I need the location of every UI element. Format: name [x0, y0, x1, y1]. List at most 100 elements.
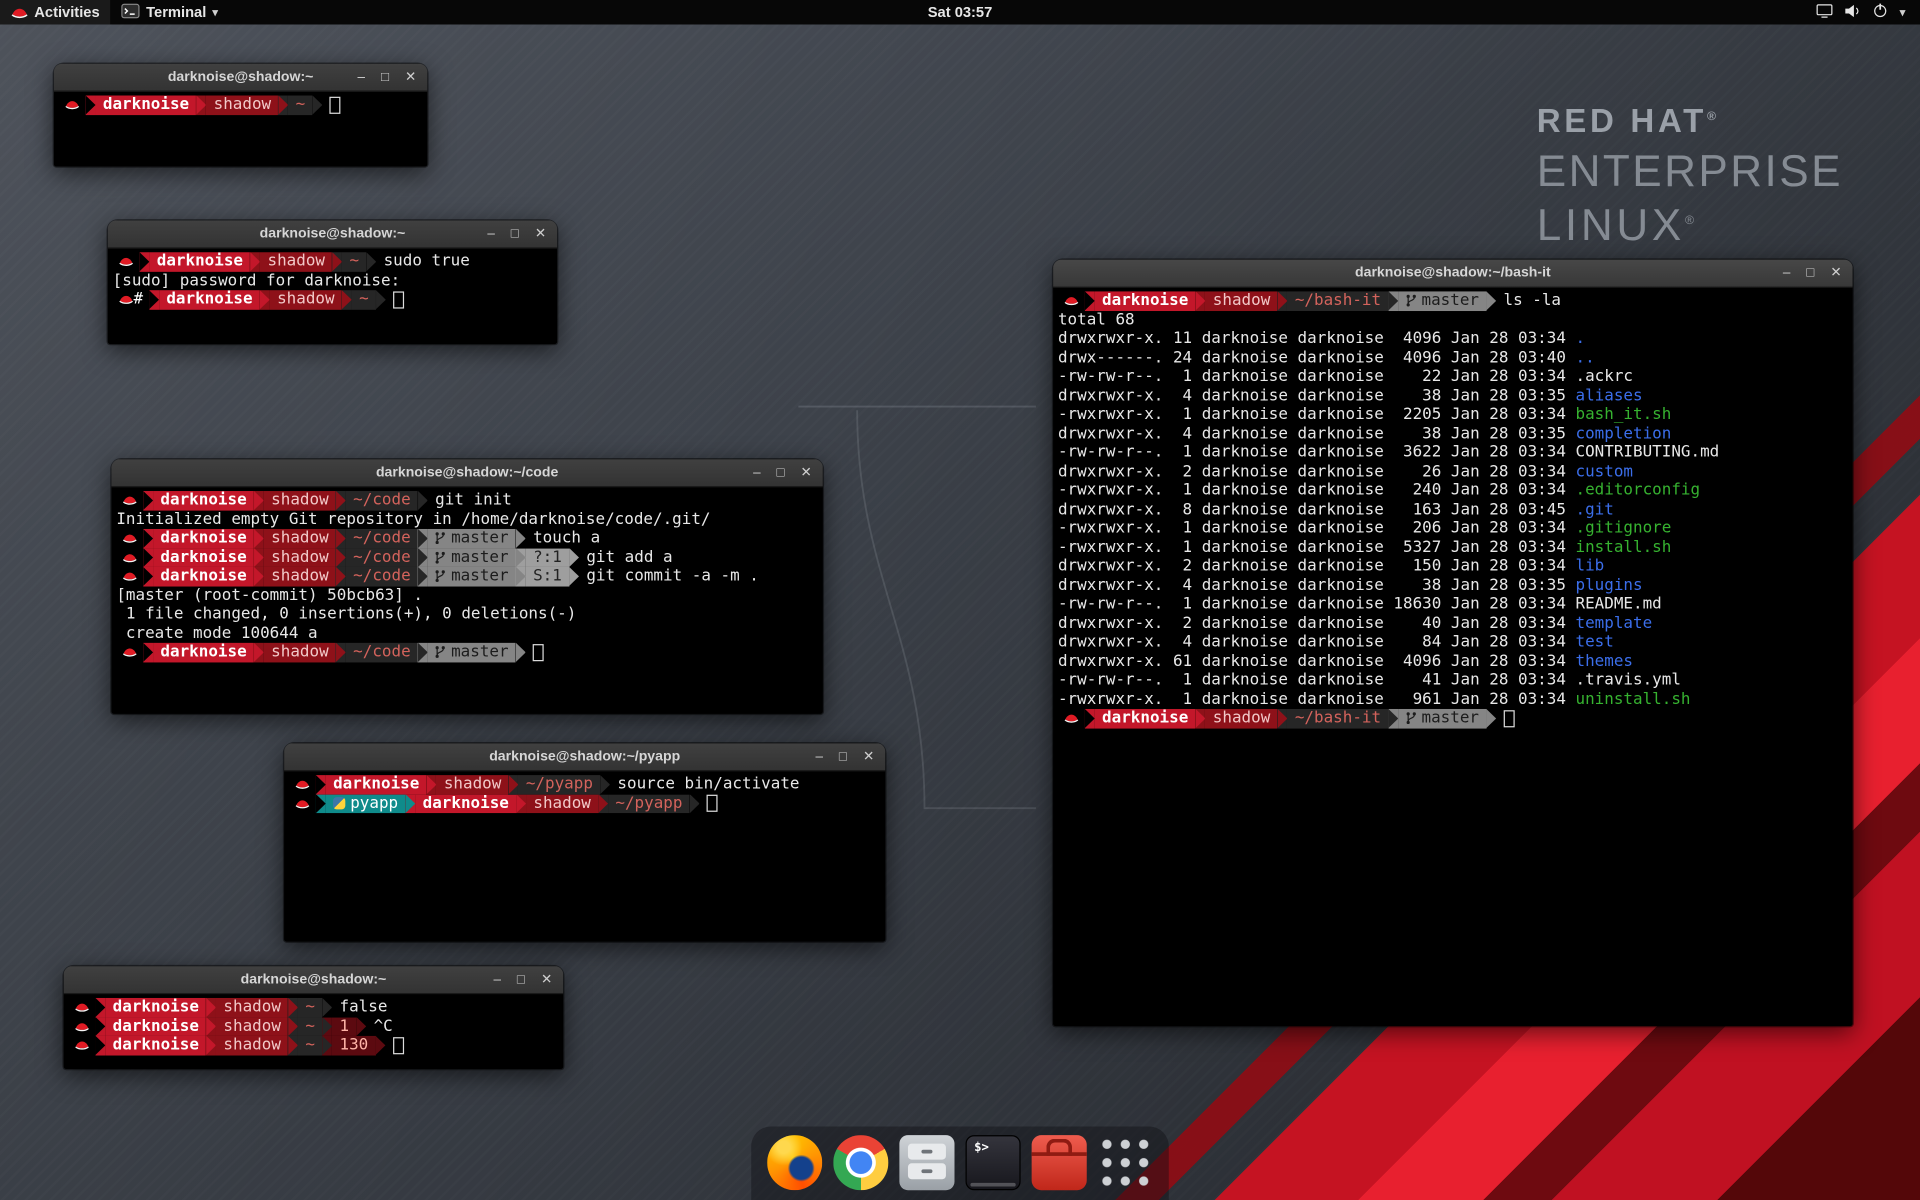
maximize-button[interactable]: □: [381, 70, 389, 83]
output-text: uninstall.sh: [1575, 690, 1690, 709]
prompt-segment-git: master: [428, 567, 516, 586]
terminal-cursor: [330, 96, 341, 113]
minimize-button[interactable]: –: [753, 466, 761, 479]
close-button[interactable]: ✕: [535, 227, 546, 240]
terminal-viewport[interactable]: darknoiseshadow~/pyappsource bin/activat…: [284, 771, 885, 949]
segment-text: darknoise: [160, 548, 246, 567]
terminal-viewport[interactable]: darknoiseshadow~: [54, 92, 427, 174]
powerline-arrow-icon: [1388, 291, 1398, 310]
powerline-arrow-icon: [1388, 709, 1398, 728]
window-title: darknoise@shadow:~/pyapp: [489, 749, 680, 764]
dock-terminal[interactable]: $>: [966, 1135, 1021, 1190]
close-button[interactable]: ✕: [801, 466, 812, 479]
command-text: false: [332, 998, 387, 1017]
command-text: ls -la: [1496, 291, 1561, 310]
maximize-button[interactable]: □: [1806, 266, 1814, 279]
powerline-arrow-icon: [1486, 291, 1496, 310]
prompt-segment-user: darknoise: [153, 548, 254, 567]
powerline-arrow-icon: [600, 775, 610, 794]
dock-firefox[interactable]: [767, 1135, 822, 1190]
powerline-arrow-icon: [288, 1036, 298, 1055]
powerline-arrow-icon: [143, 548, 153, 567]
segment-text: ~/code: [353, 548, 411, 567]
desktop: RED HAT® ENTERPRISE LINUX® darknoise@sha…: [0, 0, 1920, 1200]
prompt-segment-exit: 130: [332, 1036, 375, 1055]
dock-toolbox[interactable]: [1032, 1135, 1087, 1190]
segment-text: darknoise: [1102, 709, 1188, 728]
segment-text: darknoise: [160, 491, 246, 510]
app-menu[interactable]: Terminal ▾: [111, 0, 229, 24]
segment-text: darknoise: [160, 529, 246, 548]
powerline-arrow-icon: [322, 1036, 332, 1055]
segment-text: shadow: [271, 548, 329, 567]
window-controls: – □ ✕: [1783, 260, 1842, 287]
close-button[interactable]: ✕: [1830, 266, 1841, 279]
firefox-icon: [767, 1135, 822, 1190]
terminal-line: darknoiseshadow~/bash-itmasterls -la: [1058, 291, 1848, 310]
output-text: themes: [1575, 652, 1633, 671]
close-button[interactable]: ✕: [405, 70, 416, 83]
prompt-segment-user: darknoise: [1095, 709, 1196, 728]
window-titlebar[interactable]: darknoise@shadow:~–□✕: [64, 966, 564, 994]
terminal-viewport[interactable]: darknoiseshadow~/bash-itmasterls -latota…: [1053, 288, 1853, 1034]
activities-button[interactable]: Activities: [0, 0, 111, 24]
output-text: .editorconfig: [1575, 481, 1700, 500]
terminal-line: drwxrwxr-x. 11 darknoise darknoise 4096 …: [1058, 329, 1848, 348]
git-branch-icon: [435, 570, 446, 583]
redhat-icon: [122, 533, 137, 544]
redhat-icon: [295, 798, 310, 809]
window-titlebar[interactable]: darknoise@shadow:~–□✕: [108, 220, 557, 248]
window-titlebar[interactable]: darknoise@shadow:~–□✕: [54, 64, 427, 92]
segment-text: ~/pyapp: [615, 794, 682, 813]
close-button[interactable]: ✕: [541, 973, 552, 986]
prompt-segment-user: darknoise: [96, 96, 197, 115]
close-button[interactable]: ✕: [863, 750, 874, 763]
segment-text: darknoise: [160, 643, 246, 662]
terminal-line: darknoiseshadow~/codemasterS:1git commit…: [116, 567, 818, 586]
output-text: drwxrwxr-x. 4 darknoise darknoise 38 Jan…: [1058, 386, 1576, 405]
segment-text: master: [1421, 291, 1479, 310]
powerline-arrow-icon: [336, 529, 346, 548]
minimize-button[interactable]: –: [816, 750, 824, 763]
powerline-arrow-icon: [206, 1017, 216, 1036]
dock-files[interactable]: [899, 1135, 954, 1190]
prompt-segment-os: [116, 548, 143, 567]
powerline-arrow-icon: [254, 567, 264, 586]
prompt-segment-path: ~/bash-it: [1287, 709, 1388, 728]
segment-text: shadow: [271, 567, 329, 586]
system-status-area[interactable]: ▾: [1807, 0, 1915, 24]
powerline-arrow-icon: [149, 290, 159, 309]
maximize-button[interactable]: □: [511, 227, 519, 240]
terminal-viewport[interactable]: darknoiseshadow~falsedarknoiseshadow~1^C…: [64, 994, 564, 1076]
prompt-segment-gitstat: S:1: [526, 567, 569, 586]
prompt-segment-user: darknoise: [105, 1036, 206, 1055]
output-text: drwxrwxr-x. 4 darknoise darknoise 84 Jan…: [1058, 633, 1576, 652]
minimize-button[interactable]: –: [487, 227, 495, 240]
window-titlebar[interactable]: darknoise@shadow:~/pyapp – □ ✕: [284, 743, 885, 771]
window-titlebar[interactable]: darknoise@shadow:~/bash-it–□✕: [1053, 260, 1853, 288]
segment-text: shadow: [533, 794, 591, 813]
maximize-button[interactable]: □: [776, 466, 784, 479]
prompt-segment-os: [1058, 291, 1085, 310]
minimize-button[interactable]: –: [493, 973, 501, 986]
powerline-arrow-icon: [418, 491, 428, 510]
minimize-button[interactable]: –: [358, 70, 366, 83]
terminal-line: drwxrwxr-x. 2 darknoise darknoise 40 Jan…: [1058, 614, 1848, 633]
terminal-line: drwxrwxr-x. 4 darknoise darknoise 38 Jan…: [1058, 424, 1848, 443]
redhat-icon: [122, 552, 137, 563]
powerline-arrow-icon: [1196, 291, 1206, 310]
powerline-arrow-icon: [516, 548, 526, 567]
terminal-viewport[interactable]: darknoiseshadow~/codegit initInitialized…: [111, 487, 822, 721]
terminal-viewport[interactable]: darknoiseshadow~sudo true[sudo] password…: [108, 249, 557, 352]
window-titlebar[interactable]: darknoise@shadow:~/code–□✕: [111, 459, 822, 487]
output-text: drwxrwxr-x. 2 darknoise darknoise 40 Jan…: [1058, 614, 1576, 633]
prompt-segment-path: ~/code: [346, 548, 418, 567]
clock[interactable]: Sat 03:57: [928, 4, 993, 21]
dock-app-grid[interactable]: [1098, 1135, 1153, 1190]
dock-chrome[interactable]: [833, 1135, 888, 1190]
output-text: lib: [1575, 557, 1604, 576]
minimize-button[interactable]: –: [1783, 266, 1791, 279]
maximize-button[interactable]: □: [517, 973, 525, 986]
terminal-window-exitcodes: darknoise@shadow:~–□✕darknoiseshadow~fal…: [64, 966, 564, 1069]
maximize-button[interactable]: □: [839, 750, 847, 763]
